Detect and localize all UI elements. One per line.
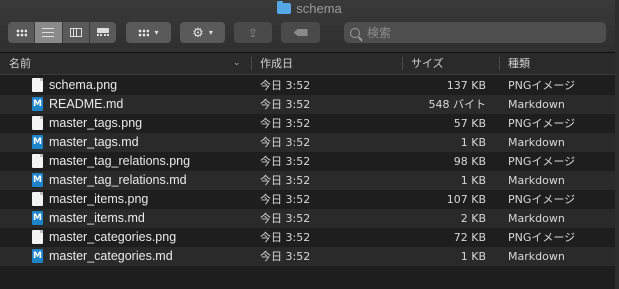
file-row[interactable]: master_tag_relations.png 今日 3:52 98 KB P…	[0, 152, 619, 171]
share-icon: ⇪	[247, 25, 259, 40]
file-kind: Markdown	[508, 250, 565, 263]
file-row[interactable]: M master_tags.md 今日 3:52 1 KB Markdown	[0, 133, 619, 152]
file-row[interactable]: M master_items.md 今日 3:52 2 KB Markdown	[0, 209, 619, 228]
file-size: 2 KB	[460, 212, 486, 225]
file-name: master_tag_relations.md	[49, 173, 187, 187]
file-kind: PNGイメージ	[508, 117, 576, 130]
column-header-date[interactable]: 作成日	[260, 53, 293, 74]
file-size: 1 KB	[460, 136, 486, 149]
gallery-view-button[interactable]	[90, 22, 116, 43]
file-name: schema.png	[49, 78, 118, 92]
list-view-button[interactable]	[35, 22, 63, 43]
file-size: 548 バイト	[428, 98, 487, 111]
markdown-file-icon: M	[32, 211, 43, 225]
share-button[interactable]: ⇪	[234, 22, 272, 43]
column-header-size[interactable]: サイズ	[411, 53, 444, 74]
file-name: master_items.md	[49, 211, 145, 225]
file-row[interactable]: schema.png 今日 3:52 137 KB PNGイメージ	[0, 76, 619, 95]
file-row[interactable]: master_categories.png 今日 3:52 72 KB PNGイ…	[0, 228, 619, 247]
file-size: 1 KB	[460, 174, 486, 187]
tags-button[interactable]	[281, 22, 320, 43]
group-grid-icon	[138, 28, 150, 37]
window-title: schema	[0, 1, 619, 17]
file-date: 今日 3:52	[260, 117, 311, 130]
sort-indicator-icon: ⌄	[233, 57, 241, 67]
chevron-down-icon: ▾	[208, 28, 213, 37]
window-title-label: schema	[296, 1, 342, 16]
png-file-icon	[32, 78, 43, 92]
markdown-file-icon: M	[32, 249, 43, 263]
file-kind: Markdown	[508, 212, 565, 225]
markdown-file-icon: M	[32, 97, 43, 111]
column-header: 名前 ⌄ 作成日 サイズ 種類	[0, 53, 619, 75]
folder-icon	[277, 1, 292, 14]
png-file-icon	[32, 230, 43, 244]
file-date: 今日 3:52	[260, 250, 311, 263]
file-date: 今日 3:52	[260, 136, 311, 149]
file-date: 今日 3:52	[260, 155, 311, 168]
file-kind: PNGイメージ	[508, 79, 576, 92]
png-file-icon	[32, 154, 43, 168]
icon-view-button[interactable]	[8, 22, 36, 43]
file-date: 今日 3:52	[260, 193, 311, 206]
file-kind: Markdown	[508, 98, 565, 111]
file-row[interactable]: master_tags.png 今日 3:52 57 KB PNGイメージ	[0, 114, 619, 133]
file-date: 今日 3:52	[260, 231, 311, 244]
toolbar: schema ▾ ⚙ ▾ ⇪	[0, 0, 619, 53]
file-size: 137 KB	[446, 79, 486, 92]
file-kind: Markdown	[508, 174, 565, 187]
search-field[interactable]	[344, 22, 606, 43]
scrollbar-track[interactable]	[615, 0, 619, 289]
file-name: README.md	[49, 97, 124, 111]
finder-window: schema ▾ ⚙ ▾ ⇪ 検索 名前 ⌄ 作成日 サイズ 種類 schema…	[0, 0, 619, 289]
file-date: 今日 3:52	[260, 98, 311, 111]
file-row[interactable]: M README.md 今日 3:52 548 バイト Markdown	[0, 95, 619, 114]
chevron-down-icon: ▾	[154, 28, 159, 37]
column-divider[interactable]	[251, 57, 252, 70]
search-icon	[350, 27, 360, 38]
file-size: 98 KB	[453, 155, 486, 168]
column-header-name[interactable]: 名前	[9, 53, 31, 74]
column-view-icon	[69, 28, 82, 37]
file-date: 今日 3:52	[260, 212, 311, 225]
column-divider[interactable]	[499, 57, 500, 70]
file-size: 57 KB	[453, 117, 486, 130]
gallery-view-icon	[96, 28, 109, 37]
file-name: master_categories.md	[49, 249, 173, 263]
action-button[interactable]: ⚙ ▾	[180, 22, 225, 43]
list-view-icon	[42, 28, 55, 37]
view-mode-segmented-control	[8, 22, 116, 43]
file-kind: PNGイメージ	[508, 155, 576, 168]
search-input[interactable]	[367, 25, 587, 40]
file-date: 今日 3:52	[260, 79, 311, 92]
column-header-kind[interactable]: 種類	[508, 53, 530, 74]
column-divider[interactable]	[402, 57, 403, 70]
markdown-file-icon: M	[32, 135, 43, 149]
file-row[interactable]: M master_tag_relations.md 今日 3:52 1 KB M…	[0, 171, 619, 190]
file-size: 1 KB	[460, 250, 486, 263]
file-name: master_categories.png	[49, 230, 177, 244]
file-name: master_tags.png	[49, 116, 143, 130]
file-kind: Markdown	[508, 136, 565, 149]
tag-icon	[293, 29, 308, 36]
png-file-icon	[32, 116, 43, 130]
file-name: master_tag_relations.png	[49, 154, 191, 168]
file-size: 72 KB	[453, 231, 486, 244]
column-view-button[interactable]	[63, 22, 90, 43]
gear-icon: ⚙	[192, 24, 204, 40]
png-file-icon	[32, 192, 43, 206]
file-name: master_items.png	[49, 192, 149, 206]
markdown-file-icon: M	[32, 173, 43, 187]
group-by-button[interactable]: ▾	[126, 22, 171, 43]
file-kind: PNGイメージ	[508, 193, 576, 206]
file-name: master_tags.md	[49, 135, 139, 149]
icon-view-icon	[15, 28, 27, 37]
file-row[interactable]: master_items.png 今日 3:52 107 KB PNGイメージ	[0, 190, 619, 209]
file-date: 今日 3:52	[260, 174, 311, 187]
file-list: schema.png 今日 3:52 137 KB PNGイメージ M READ…	[0, 76, 619, 266]
file-row[interactable]: M master_categories.md 今日 3:52 1 KB Mark…	[0, 247, 619, 266]
file-size: 107 KB	[446, 193, 486, 206]
file-kind: PNGイメージ	[508, 231, 576, 244]
